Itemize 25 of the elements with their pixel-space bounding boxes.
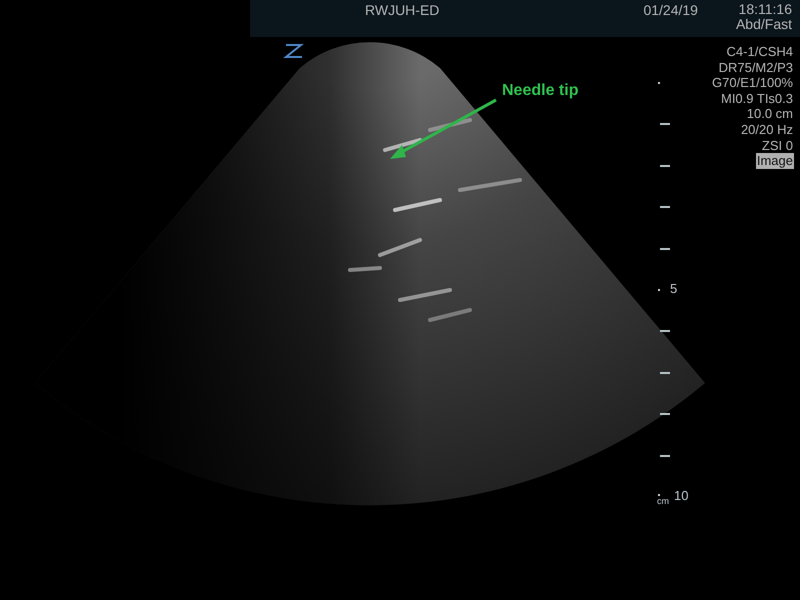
- site-name: RWJUH-ED: [365, 2, 440, 18]
- scan-parameter: ZSI 0: [760, 138, 794, 154]
- depth-label: 10: [674, 488, 688, 503]
- depth-tick: [660, 413, 670, 415]
- exam-date: 01/24/19: [643, 2, 698, 18]
- scan-parameter: MI0.9 TIs0.3: [720, 90, 794, 106]
- depth-tick: [660, 248, 670, 250]
- scan-parameter: DR75/M2/P3: [718, 60, 794, 76]
- depth-tick: [660, 455, 670, 457]
- orientation-marker-icon: [283, 44, 304, 58]
- exam-preset: Abd/Fast: [736, 17, 792, 32]
- depth-tick: [660, 206, 670, 208]
- depth-tick: [660, 330, 670, 332]
- scan-parameter: G70/E1/100%: [711, 75, 794, 91]
- annotation-label: Needle tip: [502, 82, 578, 100]
- depth-unit: cm: [657, 496, 669, 506]
- scan-parameter: C4-1/CSH4: [726, 44, 794, 60]
- scan-parameter: 20/20 Hz: [740, 122, 794, 138]
- scan-parameter: 10.0 cm: [746, 106, 794, 122]
- depth-tick: [660, 123, 670, 125]
- depth-tick: [660, 372, 670, 374]
- scan-parameter: Image: [756, 153, 794, 169]
- exam-time: 18:11:16: [738, 2, 792, 17]
- depth-label: 5: [670, 281, 678, 296]
- depth-tick: [660, 165, 670, 167]
